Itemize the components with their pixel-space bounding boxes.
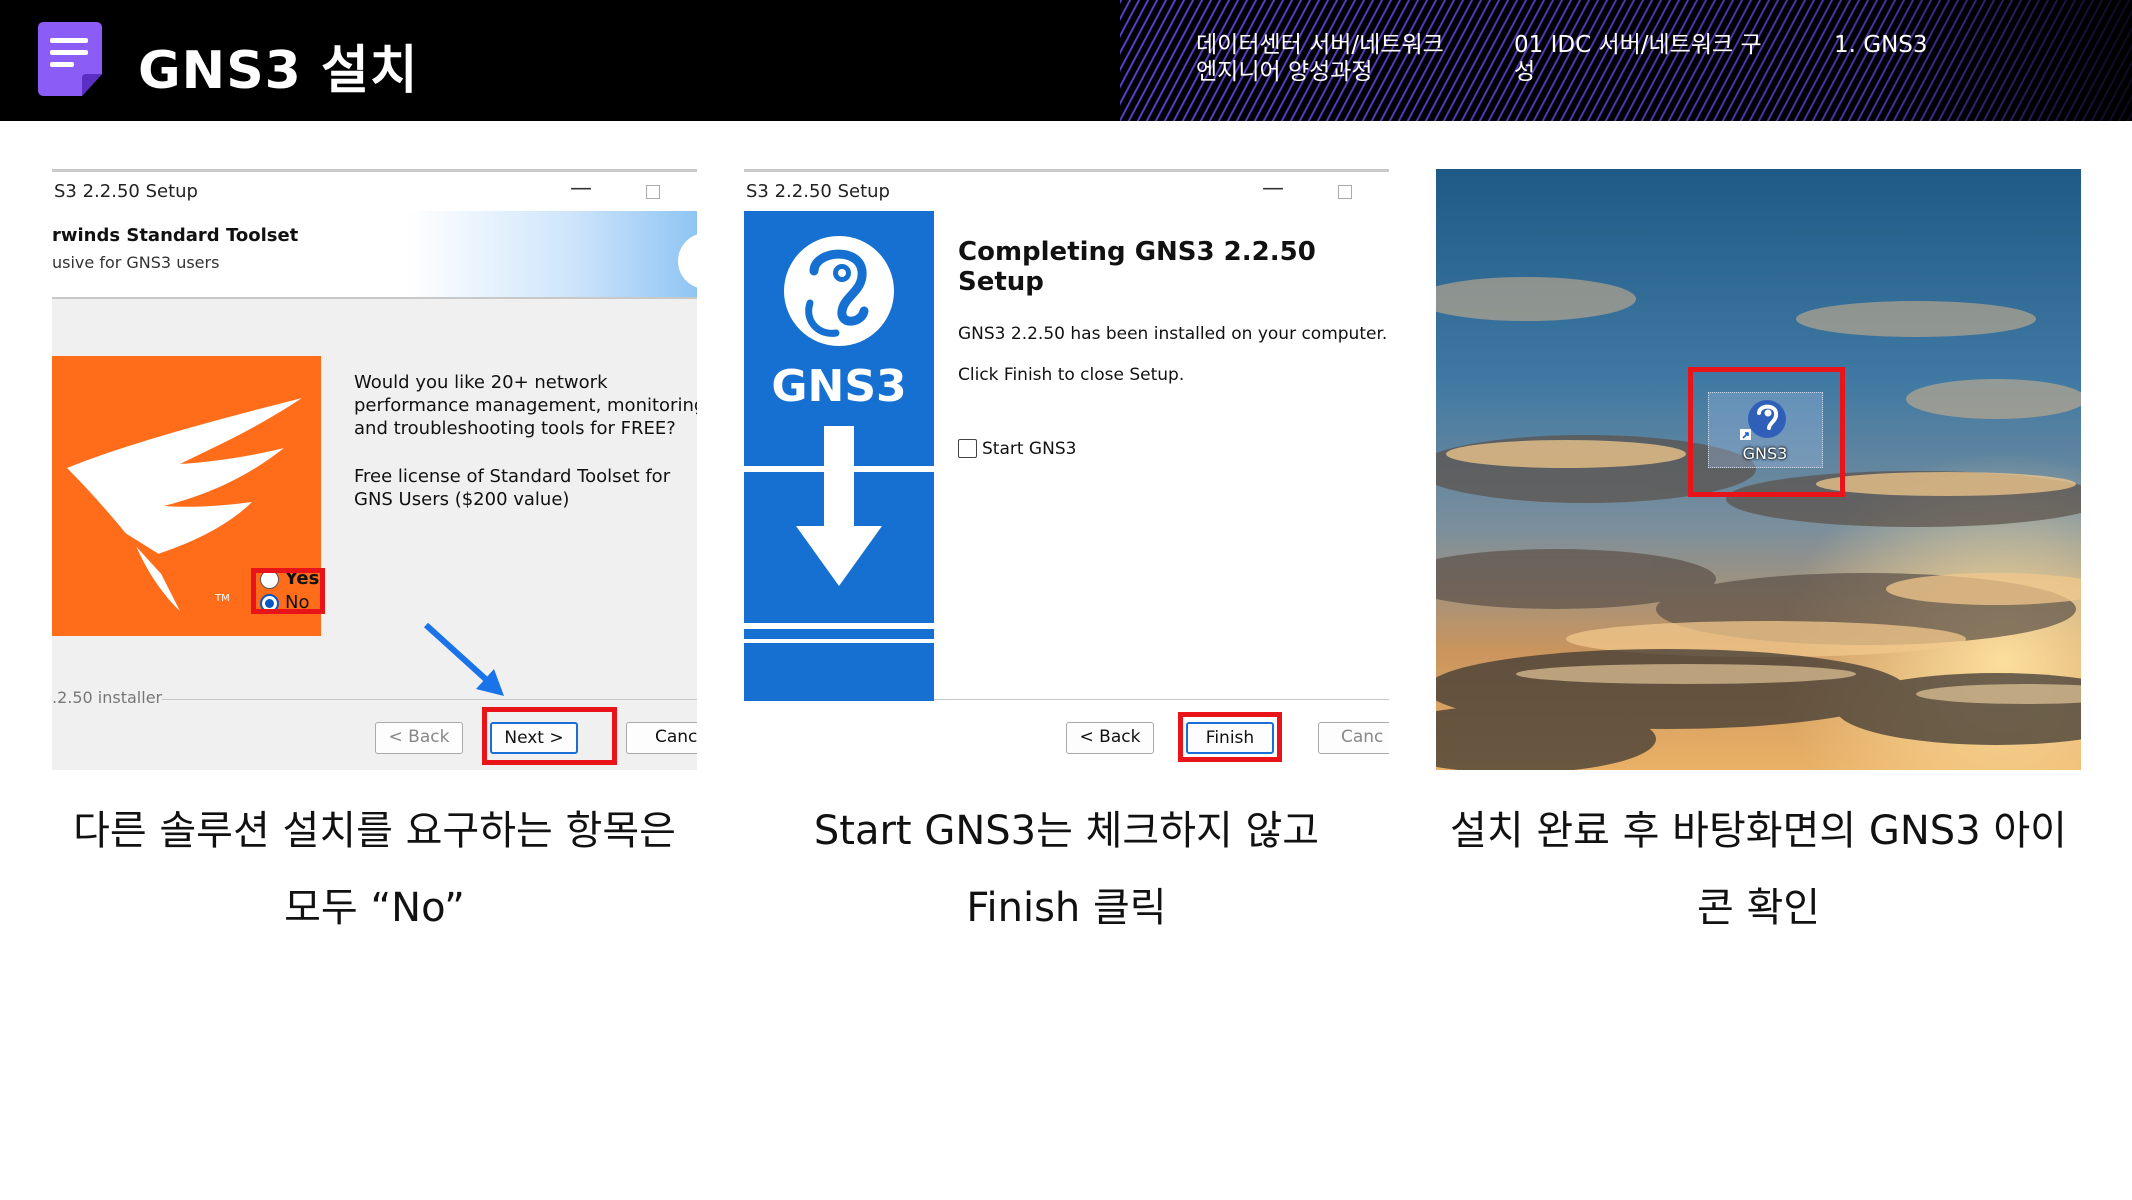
completion-heading: Completing GNS3 2.2.50 Setup xyxy=(958,237,1316,297)
caption-step2: Start GNS3는 체크하지 않고 Finish 클릭 xyxy=(744,793,1389,947)
license-text: Free license of Standard Toolset for GNS… xyxy=(354,466,671,510)
start-gns3-label: Start GNS3 xyxy=(982,439,1077,459)
next-button-highlight xyxy=(482,707,617,765)
banner-subheading: usive for GNS3 users xyxy=(52,253,220,272)
back-button[interactable]: < Back xyxy=(1066,722,1154,754)
caption-step3-line2: 콘 확인 xyxy=(1696,885,1821,931)
gns3-finish-screenshot: S3 2.2.50 Setup — GNS3 Completing GNS3 2… xyxy=(744,169,1389,770)
caption-step3: 설치 완료 후 바탕화면의 GNS3 아이 콘 확인 xyxy=(1436,793,2081,947)
caption-step1-line1: 다른 솔루션 설치를 요구하는 항목은 xyxy=(73,808,676,854)
minimize-icon[interactable]: — xyxy=(1262,176,1284,201)
finish-instruction: Click Finish to close Setup. xyxy=(958,365,1185,385)
finish-button-highlight xyxy=(1178,712,1282,762)
offer-question: Would you like 20+ network performance m… xyxy=(354,372,697,439)
window-titlebar: S3 2.2.50 Setup — xyxy=(744,169,1389,211)
caption-step3-line1: 설치 완료 후 바탕화면의 GNS3 아이 xyxy=(1450,808,2067,854)
caption-step2-line2: Finish 클릭 xyxy=(966,885,1167,931)
footer-divider xyxy=(934,699,1389,700)
cancel-button[interactable]: Canc xyxy=(1318,722,1389,754)
breadcrumb-section: 1. GNS3 xyxy=(1834,32,1928,58)
no-option-highlight xyxy=(251,568,325,614)
window-title: S3 2.2.50 Setup xyxy=(746,181,890,202)
breadcrumb-course: 데이터센터 서버/네트워크 엔지니어 양성과정 xyxy=(1196,32,1444,85)
gns3-chameleon-icon: GNS3 xyxy=(744,236,934,643)
footer-divider xyxy=(162,699,697,700)
banner-circle-decoration xyxy=(678,234,697,288)
gns3-sidebar-banner: GNS3 xyxy=(744,211,934,701)
document-icon xyxy=(38,22,102,96)
back-button[interactable]: < Back xyxy=(375,722,463,754)
maximize-icon[interactable] xyxy=(1338,185,1352,199)
caption-step1: 다른 솔루션 설치를 요구하는 항목은 모두 “No” xyxy=(52,793,697,947)
caption-step1-line2: 모두 “No” xyxy=(284,885,465,931)
maximize-icon[interactable] xyxy=(646,185,660,199)
minimize-icon[interactable]: — xyxy=(570,176,592,201)
installed-message: GNS3 2.2.50 has been installed on your c… xyxy=(958,324,1388,344)
solarwinds-offer-screenshot: S3 2.2.50 Setup — rwinds Standard Toolse… xyxy=(52,169,697,770)
slide-header: GNS3 설치 데이터센터 서버/네트워크 엔지니어 양성과정 01 IDC 서… xyxy=(0,0,2132,121)
installer-footer-label: .2.50 installer xyxy=(52,688,163,707)
breadcrumb-chapter: 01 IDC 서버/네트워크 구성 xyxy=(1514,32,1762,85)
desktop-icon-highlight xyxy=(1688,367,1845,497)
trademark-label: TM xyxy=(214,593,230,604)
banner-heading: rwinds Standard Toolset xyxy=(52,225,299,246)
caption-step2-line1: Start GNS3는 체크하지 않고 xyxy=(813,808,1320,854)
window-title: S3 2.2.50 Setup xyxy=(54,181,198,202)
window-titlebar: S3 2.2.50 Setup — xyxy=(52,169,697,211)
gns3-brand-text: GNS3 xyxy=(771,361,906,412)
start-gns3-checkbox[interactable] xyxy=(958,439,977,458)
desktop-screenshot: GNS3 xyxy=(1436,169,2081,770)
cancel-button[interactable]: Canc xyxy=(626,722,697,754)
installer-banner: rwinds Standard Toolset usive for GNS3 u… xyxy=(52,211,697,299)
page-title: GNS3 설치 xyxy=(138,41,419,101)
